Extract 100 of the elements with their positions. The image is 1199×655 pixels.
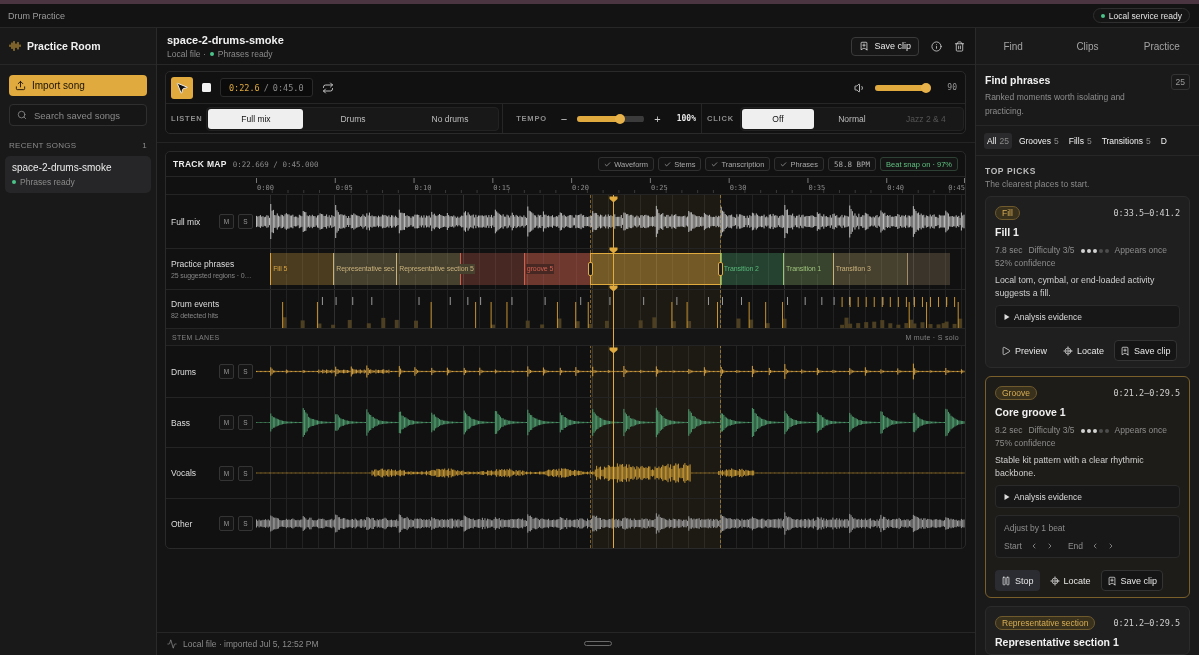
volume-slider[interactable] <box>875 82 932 93</box>
start-label: Start <box>1004 541 1022 551</box>
click-option[interactable]: Normal <box>815 108 888 129</box>
save-clip-button[interactable]: Save clip <box>851 36 919 56</box>
adjust-title: Adjust by 1 beat <box>1004 523 1066 533</box>
panel-tab[interactable]: Find <box>976 28 1051 64</box>
tempo-increase-button[interactable]: + <box>652 112 663 125</box>
listen-option[interactable]: Drums <box>305 108 401 129</box>
status-dot-icon <box>12 180 16 184</box>
lane-name: Full mix <box>171 216 201 227</box>
bookmark-icon <box>859 41 870 51</box>
stop-icon <box>202 83 211 92</box>
preview-button[interactable]: Preview <box>995 340 1053 361</box>
click-option[interactable]: Off <box>741 108 814 129</box>
confidence-text: 52% confidence <box>995 257 1056 270</box>
status-dot-icon <box>209 51 214 56</box>
save-button[interactable]: Save clip <box>1114 340 1177 361</box>
service-status-text: Local service ready <box>1108 10 1182 21</box>
listen-option[interactable]: No drums <box>402 108 498 129</box>
difficulty-text: Difficulty 3/5 <box>1028 244 1075 257</box>
time-range: 0:21.2–0:29.5 <box>1113 618 1180 628</box>
slider-fill <box>577 115 617 122</box>
bookmark-icon <box>1120 345 1131 356</box>
panel-subtitle: Ranked moments worth isolating and practicing. <box>985 91 1126 118</box>
tempo-decrease-button[interactable]: − <box>558 112 570 125</box>
tempo-slider[interactable] <box>577 113 645 124</box>
duration-text: 8.2 sec <box>995 424 1023 437</box>
analysis-evidence-toggle[interactable]: Analysis evidence <box>995 305 1180 328</box>
search-field[interactable]: Search saved songs <box>9 104 147 126</box>
section-heading: TOP PICKS <box>985 166 1037 176</box>
waveform-logo-icon <box>9 40 21 52</box>
lane-name: Drums <box>171 366 197 377</box>
filter-tab[interactable]: Grooves 5 <box>1015 132 1062 149</box>
resize-handle[interactable] <box>584 641 612 646</box>
playhead-marker-icon <box>608 196 618 203</box>
song-count: 1 <box>142 141 147 150</box>
info-icon[interactable] <box>931 40 942 52</box>
slider-fill <box>875 84 922 91</box>
filter-tab[interactable]: Transitions 5 <box>1098 132 1154 149</box>
confidence-text: 75% confidence <box>995 437 1056 450</box>
loop-icon[interactable] <box>321 81 334 94</box>
playhead[interactable] <box>608 195 618 548</box>
phrase-title: Representative section 1 <box>995 636 1120 648</box>
filter-tab[interactable]: All 25 <box>984 132 1012 149</box>
phrase-card[interactable]: Representative section 0:21.2–0:29.5 Representative section 1 <box>985 606 1190 655</box>
phrase-region[interactable] <box>906 253 950 285</box>
crosshair-icon <box>1049 575 1060 586</box>
difficulty-text: Difficulty 3/5 <box>1028 424 1075 437</box>
lane-name: Other <box>171 518 193 529</box>
file-source-text: Local file · <box>167 48 206 59</box>
phrase-region[interactable] <box>270 253 334 285</box>
song-title: space-2-drums-smoke <box>167 33 284 46</box>
phrase-description: Local tom, cymbal, or end-loaded activity suggests a fill. <box>995 274 1156 300</box>
tempo-reading: 100% <box>676 114 696 123</box>
phrase-count: 25 <box>1170 74 1190 90</box>
bookmark-icon <box>1106 575 1117 586</box>
phrase-card[interactable]: Fill 0:33.5–0:41.2 Fill 1 7.8 sec Difficulty 3/5 Appears once 52% confidence Local tom, cymbal, or end-loaded activity suggests a fill. Analysis evidence Preview Locate Save clip <box>985 196 1190 368</box>
save-button[interactable]: Save clip <box>1100 570 1164 591</box>
region-end-handle[interactable] <box>718 262 724 276</box>
filter-tab[interactable]: D <box>1157 132 1170 149</box>
time-display: 0:22.6 / 0:45.0 <box>220 78 313 97</box>
listen-option[interactable]: Full mix <box>208 108 304 129</box>
track-map-title: TRACK MAP <box>173 159 227 169</box>
cursor-icon <box>175 80 189 95</box>
locate-button[interactable]: Locate <box>1057 340 1111 361</box>
phrase-tag: Representative section <box>995 616 1096 630</box>
stop-button[interactable] <box>202 83 211 92</box>
lane-name: Vocals <box>171 468 197 478</box>
phrase-title: Fill 1 <box>995 226 1020 238</box>
song-name: space-2-drums-smoke <box>12 162 113 173</box>
end-label: End <box>1067 541 1084 551</box>
slider-thumb[interactable] <box>920 82 931 93</box>
search-icon <box>17 110 27 120</box>
stop-button[interactable]: Stop <box>995 570 1040 591</box>
lane-name: Drum events <box>171 299 220 309</box>
analysis-evidence-toggle[interactable]: Analysis evidence <box>995 485 1180 508</box>
panel-tab[interactable]: Practice <box>1124 28 1199 64</box>
filter-tab[interactable]: Fills 5 <box>1065 132 1095 149</box>
import-song-button[interactable]: Import song <box>9 75 147 96</box>
phrase-card[interactable] <box>985 376 1190 598</box>
slider-thumb[interactable] <box>615 113 626 124</box>
trash-icon[interactable] <box>954 40 965 52</box>
play-icon <box>1001 345 1011 356</box>
status-text: Local file · imported Jul 5, 12:52 PM <box>183 639 319 649</box>
pointer-tool-button[interactable] <box>171 76 193 99</box>
status-dot-icon <box>1100 13 1105 18</box>
crosshair-icon <box>1063 345 1073 356</box>
panel-tab[interactable]: Clips <box>1050 28 1125 64</box>
lane-name: Bass <box>171 417 190 428</box>
section-subtitle: The clearest places to start. <box>985 179 1091 189</box>
lane-name: Practice phrases <box>171 259 236 269</box>
song-list-item[interactable]: space-2-drums-smoke Phrases ready <box>5 156 151 193</box>
time-range: 0:33.5–0:41.2 <box>1113 208 1180 218</box>
region-start-handle[interactable] <box>587 262 593 276</box>
locate-button[interactable]: Locate <box>1043 570 1097 591</box>
activity-icon <box>167 639 177 649</box>
duration-text: 7.8 sec <box>995 244 1023 257</box>
phrase-tag: Groove <box>995 386 1037 400</box>
song-status: Phrases ready <box>217 48 273 59</box>
phrase-description: Stable kit pattern with a clear rhythmic backbone. <box>995 454 1145 480</box>
